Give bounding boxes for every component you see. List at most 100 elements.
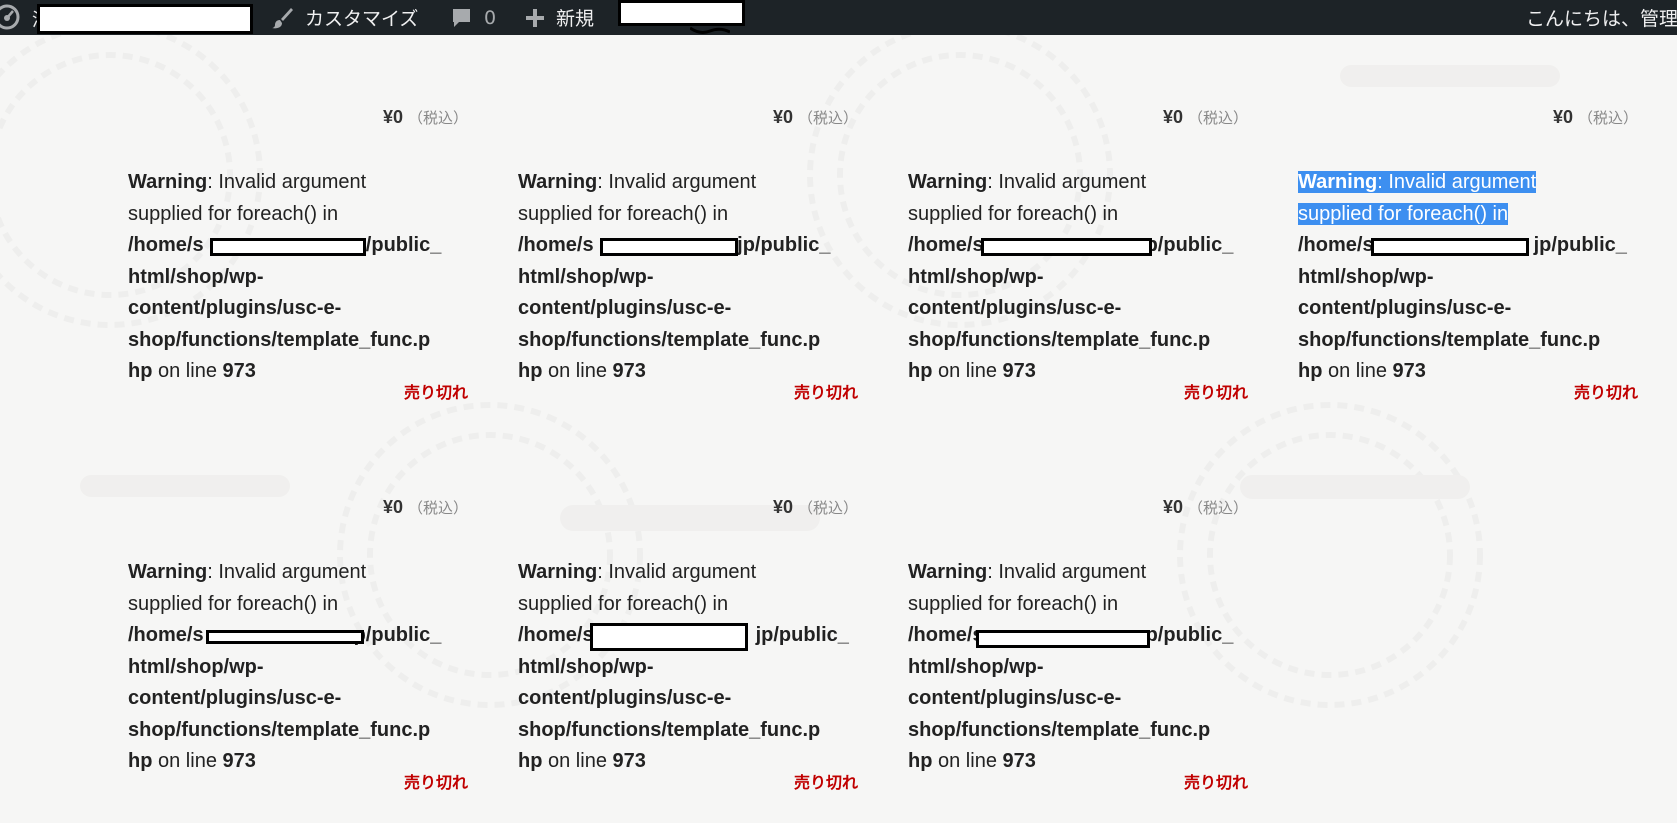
product-card[interactable]: ¥0 （税込） Warning: Invalid argument supplie…: [518, 107, 858, 437]
php-warning: Warning: Invalid argument supplied for f…: [1298, 167, 1638, 388]
price-row: ¥0 （税込）: [1163, 497, 1248, 518]
file-path-tail: p/public_: [1145, 234, 1234, 256]
tax-label: （税込）: [797, 500, 858, 517]
warning-title: Warning: [518, 561, 598, 583]
product-card[interactable]: ¥0 （税込） Warning: Invalid argument supplie…: [128, 107, 468, 437]
paintbrush-icon: [272, 7, 293, 28]
warning-title: Warning: [1298, 171, 1378, 193]
warning-message: : Invalid argument: [1377, 171, 1537, 193]
plus-icon: [526, 8, 544, 27]
file-path-start: /home/s: [518, 624, 594, 646]
warning-message-2: supplied for foreach() in: [908, 202, 1119, 225]
file-path-tail: jp/public_: [755, 624, 849, 646]
file-path-line-3: content/plugins/usc-e-: [128, 687, 342, 709]
product-card[interactable]: ¥0 （税込） Warning: Invalid argument supplie…: [908, 107, 1248, 437]
warning-message: : Invalid argument: [207, 561, 367, 583]
tax-label: （税込）: [797, 110, 858, 127]
comments-menu[interactable]: 0: [451, 0, 496, 35]
on-line-label: on line: [1328, 360, 1387, 382]
file-path-line-4: shop/functions/template_func.p: [908, 718, 1211, 741]
tax-label: （税込）: [1577, 110, 1638, 127]
php-warning: Warning: Invalid argument supplied for f…: [128, 167, 468, 388]
dashboard-gauge-icon[interactable]: [0, 4, 20, 30]
redacted-path: [976, 630, 1150, 648]
sold-out-label: 売り切れ: [1183, 383, 1248, 402]
file-path-line-4: shop/functions/template_func.p: [518, 328, 821, 351]
price-row: ¥0 （税込）: [773, 497, 858, 518]
on-line-label: on line: [548, 360, 607, 382]
file-path-start: /home/s: [128, 234, 204, 256]
speech-bubble-icon: [453, 8, 470, 27]
price: ¥0: [1552, 107, 1573, 127]
warning-message-2: supplied for foreach() in: [908, 592, 1119, 615]
file-path-tail: .jp/public_: [731, 234, 831, 256]
warning-title: Warning: [518, 171, 598, 193]
file-path-line-5: hp: [518, 360, 543, 382]
price-row: ¥0 （税込）: [1163, 107, 1248, 128]
warning-title: Warning: [128, 561, 208, 583]
file-path-line-2: html/shop/wp-: [518, 655, 654, 678]
tax-label: （税込）: [1187, 110, 1248, 127]
file-path-tail: jp/public_: [1533, 234, 1627, 256]
file-path-line-2: html/shop/wp-: [518, 265, 654, 288]
price: ¥0: [1162, 107, 1183, 127]
redacted-path: [981, 238, 1152, 256]
php-warning: Warning: Invalid argument supplied for f…: [908, 167, 1248, 388]
price: ¥0: [382, 107, 403, 127]
sold-out-label: 売り切れ: [793, 383, 858, 402]
warning-title: Warning: [128, 171, 208, 193]
price: ¥0: [772, 107, 793, 127]
file-path-line-3: content/plugins/usc-e-: [518, 687, 732, 709]
on-line-label: on line: [548, 750, 607, 772]
warning-message-2: supplied for foreach() in: [128, 592, 339, 615]
warning-message: : Invalid argument: [987, 171, 1147, 193]
file-path-start: /home/s: [908, 624, 984, 646]
product-card[interactable]: ¥0 （税込） Warning: Invalid argument supplie…: [128, 497, 468, 823]
product-card[interactable]: ¥0 （税込） Warning: Invalid argument supplie…: [1298, 107, 1638, 437]
price: ¥0: [772, 497, 793, 517]
selected-text: supplied for foreach() in: [1298, 202, 1509, 225]
file-path-tail: p/public_: [1145, 624, 1234, 646]
warning-message-2: supplied for foreach() in: [518, 202, 729, 225]
my-account-menu[interactable]: こんにちは、管理者: [1526, 0, 1677, 35]
redaction-scribble: [690, 26, 730, 34]
price-row: ¥0 （税込）: [383, 107, 468, 128]
warning-title: Warning: [908, 171, 988, 193]
line-number: 973: [222, 360, 256, 382]
product-card[interactable]: ¥0 （税込） Warning: Invalid argument supplie…: [908, 497, 1248, 823]
file-path-tail: p/public_: [353, 234, 442, 256]
sold-out-label: 売り切れ: [1573, 383, 1638, 402]
customize-label: カスタマイズ: [305, 8, 419, 30]
admin-bar: 漢 カスタマイズ 0 新規 こんにちは、管理者: [0, 0, 1677, 35]
sold-out-label: 売り切れ: [403, 773, 468, 792]
on-line-label: on line: [158, 360, 217, 382]
file-path-line-4: shop/functions/template_func.p: [128, 718, 431, 741]
file-path-line-4: shop/functions/template_func.p: [1298, 328, 1601, 351]
price-row: ¥0 （税込）: [773, 107, 858, 128]
file-path-line-3: content/plugins/usc-e-: [1298, 297, 1512, 319]
file-path-line-2: html/shop/wp-: [908, 265, 1044, 288]
price-row: ¥0 （税込）: [1553, 107, 1638, 128]
php-warning: Warning: Invalid argument supplied for f…: [908, 557, 1248, 778]
price: ¥0: [382, 497, 403, 517]
file-path-line-3: content/plugins/usc-e-: [908, 297, 1122, 319]
file-path-tail: p/public_: [353, 624, 442, 646]
file-path-line-2: html/shop/wp-: [128, 265, 264, 288]
redacted-menu-item: [618, 0, 745, 26]
tax-label: （税込）: [1187, 500, 1248, 517]
redacted-path: [206, 630, 364, 644]
product-card[interactable]: ¥0 （税込） Warning: Invalid argument supplie…: [518, 497, 858, 823]
tax-label: （税込）: [407, 110, 468, 127]
file-path-line-2: html/shop/wp-: [908, 655, 1044, 678]
new-content-menu[interactable]: 新規: [525, 0, 594, 35]
warning-message: : Invalid argument: [207, 171, 367, 193]
file-path-line-3: content/plugins/usc-e-: [518, 297, 732, 319]
sold-out-label: 売り切れ: [793, 773, 858, 792]
php-warning: Warning: Invalid argument supplied for f…: [518, 167, 858, 388]
customize-menu[interactable]: カスタマイズ: [270, 0, 418, 35]
file-path-line-3: content/plugins/usc-e-: [128, 297, 342, 319]
comment-count: 0: [484, 6, 497, 29]
warning-title: Warning: [908, 561, 988, 583]
line-number: 973: [1002, 750, 1036, 772]
redacted-site-name: [37, 4, 253, 34]
